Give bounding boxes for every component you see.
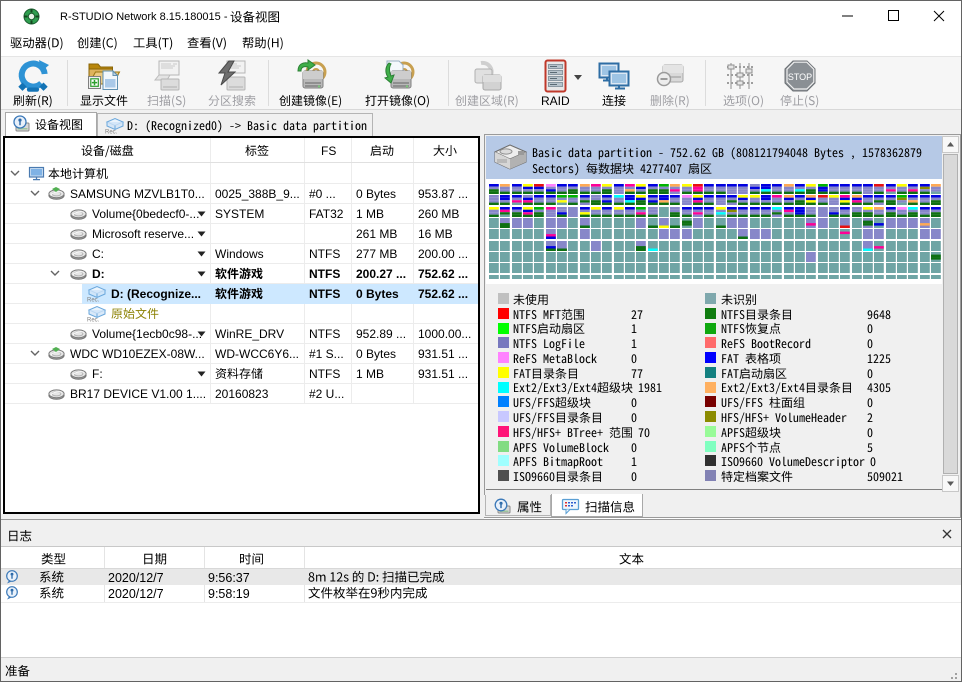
svg-text:Rec.: Rec. — [87, 298, 100, 303]
svg-text:Rec.: Rec. — [87, 318, 100, 323]
svg-text:STOP: STOP — [788, 72, 812, 82]
svg-text:Rec.: Rec. — [105, 130, 118, 135]
